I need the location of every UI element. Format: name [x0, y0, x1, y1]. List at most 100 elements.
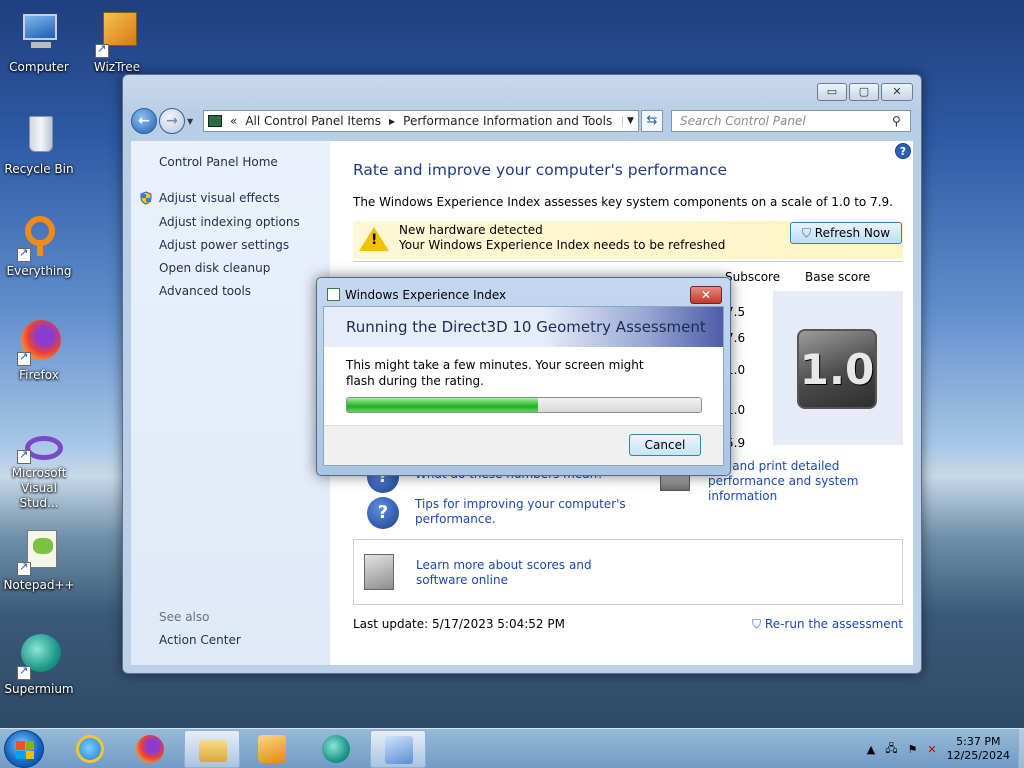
clock-time: 5:37 PM [956, 735, 1001, 748]
dialog-message: This might take a few minutes. Your scre… [346, 358, 644, 388]
breadcrumb-overflow[interactable]: « [230, 114, 237, 128]
shield-icon: ⛉ [801, 226, 811, 240]
desktop-icon-label: Firefox [19, 368, 59, 382]
recycle-bin-icon [15, 112, 63, 160]
progress-fill [347, 398, 539, 412]
learn-more-box: Learn more about scores and software onl… [353, 539, 903, 605]
refresh-now-button[interactable]: ⛉ Refresh Now [790, 222, 902, 244]
media-player-icon [258, 735, 286, 763]
dialog-body: Running the Direct3D 10 Geometry Assessm… [323, 306, 724, 466]
navigation-bar: ← → ▼ « All Control Panel Items ▶ Perfor… [131, 107, 913, 135]
desktop-icon-firefox[interactable]: Firefox [0, 318, 78, 382]
search-placeholder: Search Control Panel [680, 114, 806, 128]
breadcrumb-separator-icon[interactable]: ▶ [389, 117, 395, 126]
desktop-icon-everything[interactable]: Everything [0, 214, 78, 278]
clock-date: 12/25/2024 [946, 749, 1010, 762]
desktop-icon-computer[interactable]: Computer [0, 10, 78, 74]
taskbar-control-panel[interactable] [370, 730, 426, 768]
volume-muted-icon[interactable]: ✕ [927, 743, 936, 756]
software-box-icon [364, 554, 394, 590]
sidebar-action-center[interactable]: Action Center [159, 633, 241, 647]
windows-logo-icon [16, 741, 34, 759]
sidebar-open-disk-cleanup[interactable]: Open disk cleanup [159, 261, 270, 275]
base-score-header: Base score [805, 270, 871, 284]
refresh-now-label: Refresh Now [814, 226, 891, 240]
desktop-icon-label: Recycle Bin [4, 162, 74, 176]
assessment-progress-bar [346, 397, 702, 413]
notice-line-2: Your Windows Experience Index needs to b… [399, 238, 726, 252]
rerun-assessment-label: Re-run the assessment [764, 617, 903, 631]
start-button[interactable] [4, 730, 44, 768]
everything-icon [15, 214, 63, 262]
link-learn-more[interactable]: Learn more about scores and software onl… [416, 558, 636, 588]
help-icon[interactable]: ? [895, 143, 911, 159]
network-icon[interactable]: 🖧 [885, 740, 897, 759]
assessment-status: Running the Direct3D 10 Geometry Assessm… [346, 318, 706, 336]
firefox-icon [136, 735, 164, 763]
show-hidden-icons-icon[interactable]: ▲ [867, 743, 875, 756]
dialog-title: Windows Experience Index [345, 288, 507, 302]
taskbar-media-player[interactable] [244, 730, 300, 768]
desktop-icon-supermium[interactable]: Supermium [0, 632, 78, 696]
page-title: Rate and improve your computer's perform… [353, 161, 728, 179]
taskbar-internet-explorer[interactable] [62, 730, 118, 768]
sidebar-adjust-power-settings[interactable]: Adjust power settings [159, 238, 289, 252]
link-view-print-details[interactable]: View and print detailed performance and … [700, 459, 908, 504]
base-score-tile: 1.0 [797, 329, 877, 409]
sidebar-adjust-indexing-options[interactable]: Adjust indexing options [159, 215, 300, 229]
sidebar-advanced-tools[interactable]: Advanced tools [159, 284, 251, 298]
desktop-icon-label: Microsoft Visual Stud... [11, 466, 67, 510]
address-dropdown-icon[interactable]: ▼ [622, 116, 638, 126]
desktop-icon-wiztree[interactable]: WizTree [78, 10, 156, 74]
internet-explorer-icon [76, 735, 104, 763]
desktop-icon-label: Everything [6, 264, 72, 278]
warning-icon [359, 227, 389, 251]
taskbar-file-explorer[interactable] [184, 730, 240, 768]
desktop-icon-recycle-bin[interactable]: Recycle Bin [0, 112, 78, 176]
forward-button[interactable]: → [159, 108, 185, 134]
action-center-flag-icon[interactable]: ⚑ [908, 743, 918, 756]
minimize-button[interactable]: ▭ [817, 83, 847, 101]
taskbar: ▲ 🖧 ⚑ ✕ 5:37 PM 12/25/2024 [0, 728, 1024, 768]
desktop-icon-notepad-plus-plus[interactable]: Notepad++ [0, 528, 78, 592]
address-bar[interactable]: « All Control Panel Items ▶ Performance … [203, 110, 639, 132]
link-tips[interactable]: Tips for improving your computer's perfo… [415, 497, 635, 527]
refresh-button[interactable]: ⇆ [641, 110, 663, 132]
dialog-footer: Cancel [324, 425, 723, 465]
computer-icon [15, 10, 63, 58]
control-panel-icon [208, 115, 222, 127]
notepad-plus-plus-icon [15, 528, 63, 576]
rerun-assessment-link[interactable]: ⛉ Re-run the assessment [752, 617, 903, 632]
shield-icon [139, 191, 153, 205]
sidebar-control-panel-home[interactable]: Control Panel Home [159, 155, 278, 169]
notice-line-1: New hardware detected [399, 223, 543, 237]
close-button[interactable]: ✕ [881, 83, 913, 101]
window-controls: ▭ ▢ ✕ [817, 83, 913, 101]
desktop-icon-label: Notepad++ [3, 578, 75, 592]
show-desktop-button[interactable] [1018, 729, 1024, 768]
desktop-icon-label: WizTree [93, 60, 141, 74]
dialog-banner: Running the Direct3D 10 Geometry Assessm… [324, 307, 723, 347]
last-update-text: Last update: 5/17/2023 5:04:52 PM [353, 617, 565, 631]
maximize-button[interactable]: ▢ [849, 83, 879, 101]
search-input[interactable]: Search Control Panel ⚲ [671, 110, 911, 132]
experience-index-dialog: Windows Experience Index ✕ Running the D… [316, 277, 731, 476]
taskbar-supermium[interactable] [308, 730, 364, 768]
page-description: The Windows Experience Index assesses ke… [353, 195, 893, 209]
dialog-close-button[interactable]: ✕ [690, 286, 722, 304]
folder-icon [199, 740, 227, 762]
recent-pages-dropdown[interactable]: ▼ [187, 117, 197, 126]
taskbar-firefox[interactable] [122, 730, 178, 768]
cancel-button[interactable]: Cancel [629, 434, 701, 456]
breadcrumb-all-control-panel-items[interactable]: All Control Panel Items [245, 114, 381, 128]
clock[interactable]: 5:37 PM 12/25/2024 [947, 735, 1010, 763]
sidebar: Control Panel Home Adjust visual effects… [131, 141, 330, 665]
breadcrumb-performance[interactable]: Performance Information and Tools [403, 114, 612, 128]
back-button[interactable]: ← [131, 108, 157, 134]
help-question-icon: ? [367, 497, 399, 529]
visual-studio-icon [15, 434, 63, 464]
shield-icon: ⛉ [752, 617, 762, 631]
desktop-icon-visual-studio[interactable]: Microsoft Visual Stud... [0, 434, 78, 511]
sidebar-adjust-visual-effects[interactable]: Adjust visual effects [159, 191, 280, 205]
search-icon[interactable]: ⚲ [892, 114, 910, 128]
